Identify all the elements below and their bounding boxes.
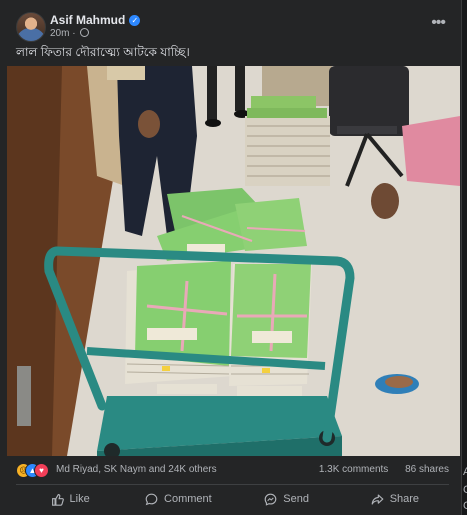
verified-badge-icon: ✓	[129, 15, 141, 26]
post-time[interactable]: 20m	[50, 28, 69, 39]
send-button[interactable]: Send	[233, 486, 341, 512]
post-text: লাল ফিতার দৌরাত্ম্যে আটকে যাচ্ছি।	[16, 45, 190, 59]
comments-count[interactable]: 1.3K comments	[319, 464, 388, 475]
engagement-counts: 1.3K comments 86 shares	[319, 464, 449, 475]
thumbs-up-icon	[51, 493, 64, 506]
side-fragment: C	[463, 484, 467, 496]
action-bar: Like Comment Send Share	[16, 486, 449, 512]
share-arrow-icon	[371, 493, 384, 505]
like-button[interactable]: Like	[16, 486, 124, 512]
post-card: Asif Mahmud ✓ 20m · ••• লাল ফিতার দৌরাত্ম…	[0, 0, 462, 515]
post-header: Asif Mahmud ✓ 20m · •••	[16, 12, 446, 44]
share-button[interactable]: Share	[341, 486, 449, 512]
send-label: Send	[283, 493, 309, 505]
reaction-icons[interactable]: ☹ ▲ ♥	[16, 463, 56, 478]
shares-count[interactable]: 86 shares	[405, 464, 449, 475]
more-options-button[interactable]: •••	[431, 14, 446, 32]
comment-label: Comment	[164, 493, 212, 505]
post-meta: 20m ·	[50, 28, 90, 39]
love-reaction-icon: ♥	[34, 463, 49, 478]
reaction-names[interactable]: Md Riyad, SK Naym and 24K others	[56, 464, 217, 475]
author-name-text[interactable]: Asif Mahmud	[50, 13, 125, 27]
messenger-icon	[264, 493, 277, 506]
author-name[interactable]: Asif Mahmud ✓	[50, 13, 141, 27]
post-photo-image	[7, 66, 460, 456]
comment-bubble-icon	[145, 493, 158, 505]
public-globe-icon	[80, 28, 90, 37]
avatar[interactable]	[16, 12, 46, 42]
reactions-row: ☹ ▲ ♥ Md Riyad, SK Naym and 24K others 1…	[16, 462, 449, 480]
like-label: Like	[69, 493, 90, 505]
comment-button[interactable]: Comment	[124, 486, 232, 512]
side-fragment: A	[463, 466, 467, 478]
side-fragment: C	[463, 500, 467, 512]
share-label: Share	[389, 493, 420, 505]
post-photo[interactable]	[7, 66, 460, 456]
divider	[16, 484, 449, 485]
